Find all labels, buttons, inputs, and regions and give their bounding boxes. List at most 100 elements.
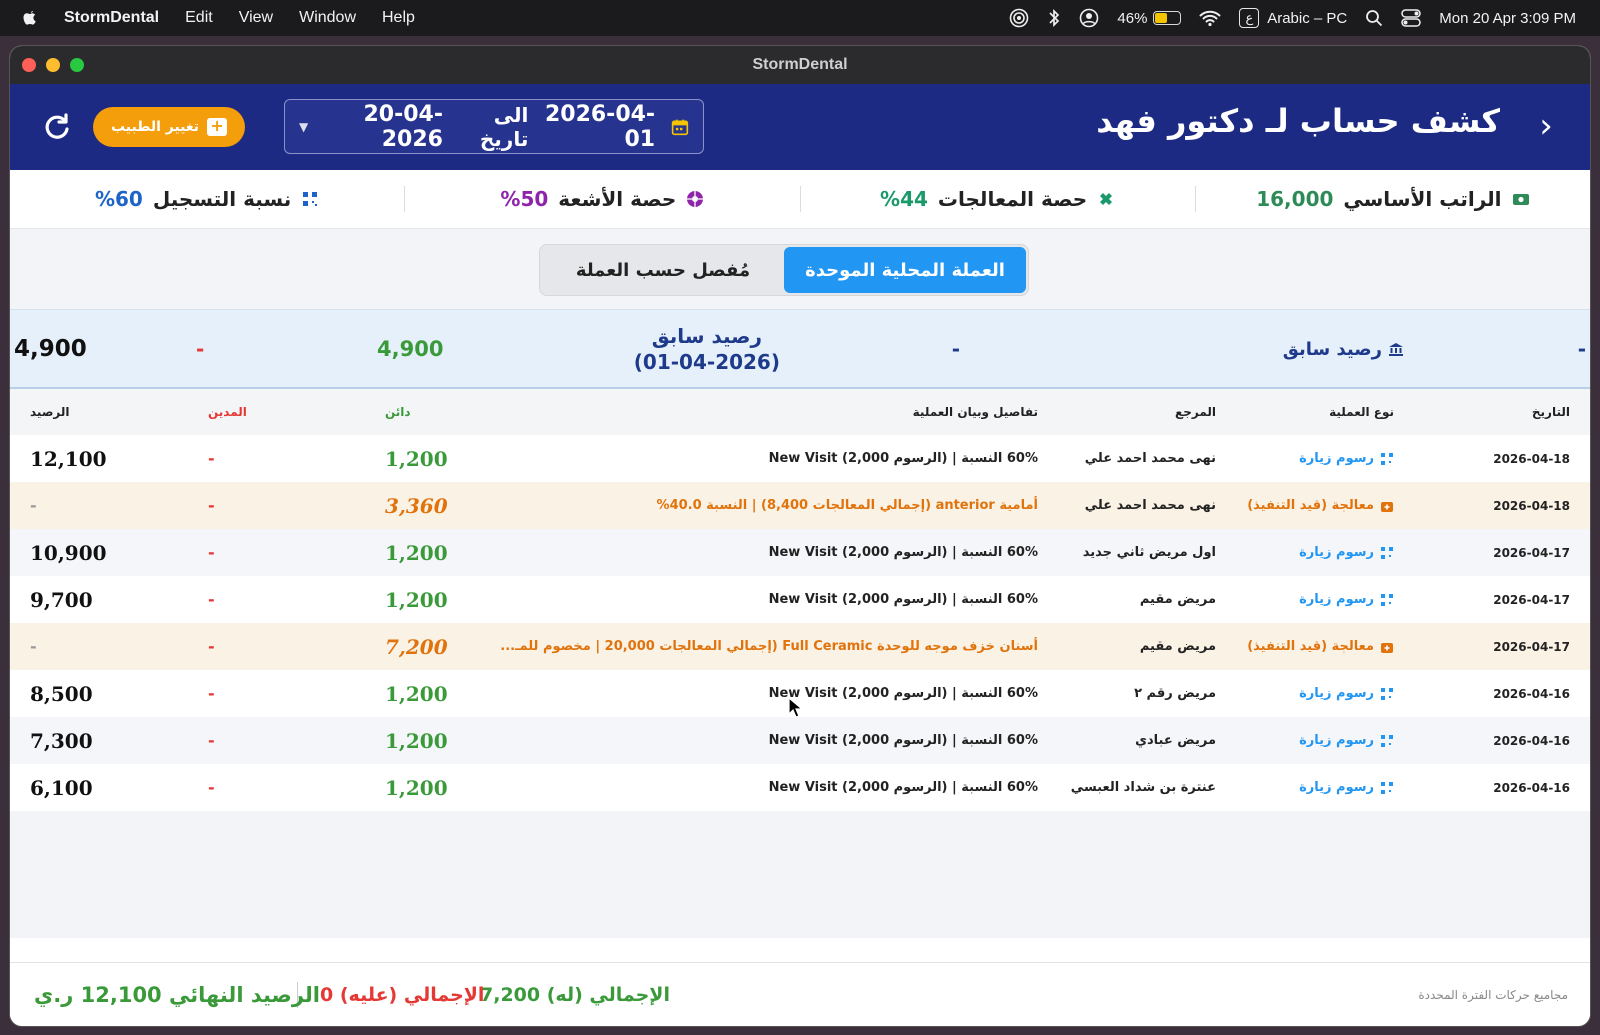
window-close-button[interactable] — [22, 58, 36, 72]
cell-type: رسوم زيارة — [1299, 529, 1394, 576]
footer-caption: مجاميع حركات الفترة المحددة — [1418, 988, 1568, 1002]
cell-details: أمامية anterior (إجمالي المعالجات 8,400)… — [656, 498, 1038, 513]
total-debit-value: 0 — [320, 984, 334, 1006]
table-row[interactable]: 2026-04-17 رسوم زيارة اول مريض ثاني جديد… — [10, 529, 1590, 576]
spotlight-search-icon[interactable] — [1365, 9, 1383, 27]
wifi-icon[interactable] — [1199, 9, 1221, 27]
cell-date: 2026-04-17 — [1493, 592, 1570, 607]
table-row[interactable]: 2026-04-18 معالجة (قيد التنفيذ) نهى محمد… — [10, 482, 1590, 529]
cell-details: 60% النسبة | (الرسوم 2,000) New Visit — [768, 780, 1038, 795]
previous-balance-detail: رصيد سابق (01-04-2026) — [634, 310, 780, 388]
control-center-icon[interactable] — [1401, 9, 1421, 27]
column-header-reference[interactable]: المرجع — [1175, 389, 1216, 435]
cell-debit: - — [208, 449, 215, 468]
input-source-indicator[interactable]: ع — [1239, 8, 1260, 28]
cell-type: رسوم زيارة — [1299, 670, 1394, 717]
cell-credit: 1,200 — [385, 587, 448, 612]
menu-window[interactable]: Window — [299, 9, 356, 27]
cell-type: رسوم زيارة — [1299, 576, 1394, 623]
column-header-date[interactable]: التاريخ — [1532, 389, 1570, 435]
total-credit-value: 7,200 — [480, 984, 541, 1006]
cell-date: 2026-04-16 — [1493, 733, 1570, 748]
cell-reference: مريض مقيم — [1139, 592, 1216, 607]
cell-debit: - — [208, 731, 215, 750]
previous-balance-text: رصيد سابق — [1282, 338, 1382, 360]
previous-detail-date: (01-04-2026) — [633, 350, 780, 374]
menu-help[interactable]: Help — [382, 9, 415, 27]
final-balance: الرصيد النهائي 12,100 ر.ي — [34, 963, 320, 1026]
table-empty-area — [10, 811, 1590, 938]
table-row[interactable]: 2026-04-17 معالجة (قيد التنفيذ) مريض مقي… — [10, 623, 1590, 670]
column-header-balance[interactable]: الرصيد — [30, 389, 70, 435]
table-row[interactable]: 2026-04-17 رسوم زيارة مريض مقيم 60% النس… — [10, 576, 1590, 623]
cell-date: 2026-04-16 — [1493, 780, 1570, 795]
column-header-credit[interactable]: دائن — [385, 389, 411, 435]
apple-menu-icon[interactable] — [22, 9, 38, 27]
refresh-icon[interactable] — [40, 110, 74, 144]
medical-kit-icon — [1381, 501, 1393, 512]
previous-credit: 4,900 — [377, 337, 444, 361]
stat-label: حصة المعالجات — [937, 187, 1088, 211]
menu-view[interactable]: View — [239, 9, 273, 27]
stat-label: الراتب الأساسي — [1343, 187, 1502, 211]
cell-type: رسوم زيارة — [1299, 435, 1394, 482]
bluetooth-icon[interactable] — [1047, 8, 1061, 28]
xray-icon — [687, 191, 704, 207]
window-title: StormDental — [752, 56, 848, 73]
battery-percent: 46% — [1117, 9, 1148, 27]
menubar: StormDental Edit View Window Help 46% ع … — [0, 0, 1600, 36]
cell-type: معالجة (قيد التنفيذ) — [1247, 623, 1394, 670]
total-debit-label: الإجمالي (عليه) — [339, 984, 485, 1006]
user-icon[interactable] — [1079, 8, 1099, 28]
window-minimize-button[interactable] — [46, 58, 60, 72]
app-menu-name[interactable]: StormDental — [64, 9, 159, 27]
total-credit-label: الإجمالي (له) — [546, 984, 670, 1006]
table-row[interactable]: 2026-04-18 رسوم زيارة نهى محمد احمد علي … — [10, 435, 1590, 482]
column-header-details[interactable]: تفاصيل وبيان العملية — [913, 389, 1038, 435]
stat-registration-rate: نسبة التسجيل %60 — [10, 186, 404, 212]
tooth-icon — [1100, 193, 1113, 205]
cell-type: معالجة (قيد التنفيذ) — [1247, 482, 1394, 529]
cell-debit: - — [208, 778, 215, 797]
bank-icon — [1389, 343, 1403, 356]
cell-type-text: معالجة (قيد التنفيذ) — [1247, 498, 1374, 513]
input-source-label[interactable]: Arabic – PC — [1267, 10, 1347, 27]
window-zoom-button[interactable] — [70, 58, 84, 72]
cell-credit: 3,360 — [385, 493, 448, 518]
stat-label: حصة الأشعة — [558, 187, 677, 211]
battery-status[interactable]: 46% — [1117, 9, 1182, 27]
cell-balance: 7,300 — [30, 728, 93, 753]
change-doctor-button[interactable]: تغيير الطبيب — [93, 107, 245, 147]
cell-credit: 1,200 — [385, 681, 448, 706]
cell-balance: 12,100 — [30, 446, 107, 471]
menubar-clock[interactable]: Mon 20 Apr 3:09 PM — [1439, 10, 1576, 27]
cell-details: 60% النسبة | (الرسوم 2,000) New Visit — [768, 545, 1038, 560]
date-to: 20-04-2026 — [363, 101, 443, 152]
chevron-down-icon: ▼ — [299, 119, 309, 134]
column-header-debit[interactable]: المدين — [208, 389, 247, 435]
tab-unified-local-currency[interactable]: العملة المحلية الموحدة — [784, 247, 1026, 293]
tab-per-currency-detail[interactable]: مُفصل حسب العملة — [542, 247, 784, 293]
cell-type: رسوم زيارة — [1299, 764, 1394, 811]
cell-details: 60% النسبة | (الرسوم 2,000) New Visit — [768, 733, 1038, 748]
stat-treatment-share: حصة المعالجات %44 — [799, 186, 1195, 212]
date-range-picker[interactable]: 2026-04-01 الى تاريخ 20-04-2026 ▼ — [284, 99, 704, 154]
column-header-type[interactable]: نوع العملية — [1329, 389, 1394, 435]
menu-edit[interactable]: Edit — [185, 9, 213, 27]
table-row[interactable]: 2026-04-16 رسوم زيارة مريض عبادي 60% الن… — [10, 717, 1590, 764]
totals-footer: مجاميع حركات الفترة المحددة الإجمالي (له… — [10, 962, 1590, 1026]
cell-balance: 6,100 — [30, 775, 93, 800]
table-row[interactable]: 2026-04-16 رسوم زيارة عنترة بن شداد العب… — [10, 764, 1590, 811]
cell-balance: - — [30, 637, 37, 656]
cell-credit: 7,200 — [385, 634, 448, 659]
previous-date-dash: - — [1577, 337, 1586, 361]
cell-debit: - — [208, 590, 215, 609]
cell-reference: مريض رقم ٢ — [1134, 686, 1216, 701]
stat-label: نسبة التسجيل — [152, 187, 292, 211]
calendar-icon — [671, 119, 689, 135]
currency-segmented-control: العملة المحلية الموحدة مُفصل حسب العملة — [539, 244, 1029, 296]
doctor-stats-bar: الراتب الأساسي 16,000 حصة المعالجات %44 … — [10, 170, 1590, 229]
stat-base-salary: الراتب الأساسي 16,000 — [1194, 186, 1590, 212]
airdrop-icon[interactable] — [1009, 8, 1029, 28]
chevron-right-icon[interactable]: › — [1528, 108, 1564, 144]
